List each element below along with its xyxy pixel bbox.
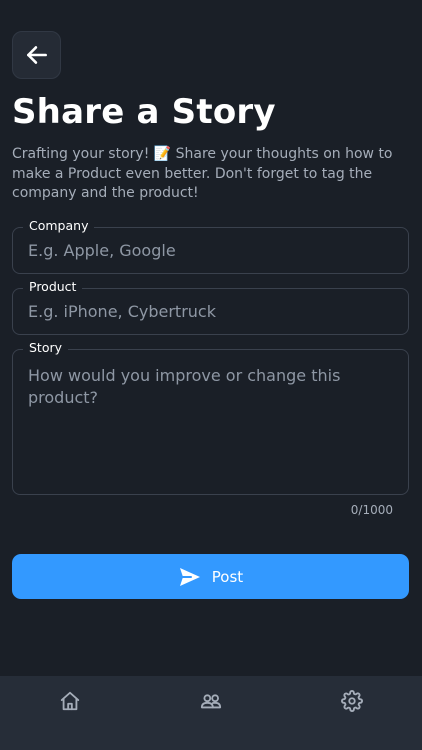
- page-title: Share a Story: [12, 92, 276, 132]
- users-icon: [200, 694, 222, 709]
- share-story-screen: Share a Story Crafting your story! 📝 Sha…: [0, 0, 422, 750]
- nav-item-settings[interactable]: [328, 690, 376, 738]
- character-counter: 0/1000: [350, 503, 393, 517]
- story-label: Story: [23, 340, 69, 356]
- company-label: Company: [23, 218, 95, 234]
- product-label: Product: [23, 279, 83, 295]
- gear-icon: [340, 690, 363, 712]
- story-field: Story: [12, 340, 409, 495]
- company-input[interactable]: [13, 228, 408, 273]
- back-button[interactable]: [12, 31, 61, 79]
- post-button[interactable]: Post: [12, 554, 409, 599]
- send-icon: [179, 567, 200, 586]
- bottom-nav: [0, 676, 422, 750]
- story-textarea[interactable]: [13, 350, 408, 494]
- company-field: Company: [12, 218, 409, 274]
- page-subtitle: Crafting your story! 📝 Share your though…: [12, 146, 393, 201]
- nav-item-home[interactable]: [46, 690, 94, 738]
- product-field: Product: [12, 279, 409, 335]
- post-button-label: Post: [211, 567, 244, 586]
- arrow-left-icon: [26, 46, 47, 64]
- home-icon: [61, 691, 80, 711]
- nav-item-community[interactable]: [187, 690, 235, 738]
- product-input[interactable]: [13, 289, 408, 334]
